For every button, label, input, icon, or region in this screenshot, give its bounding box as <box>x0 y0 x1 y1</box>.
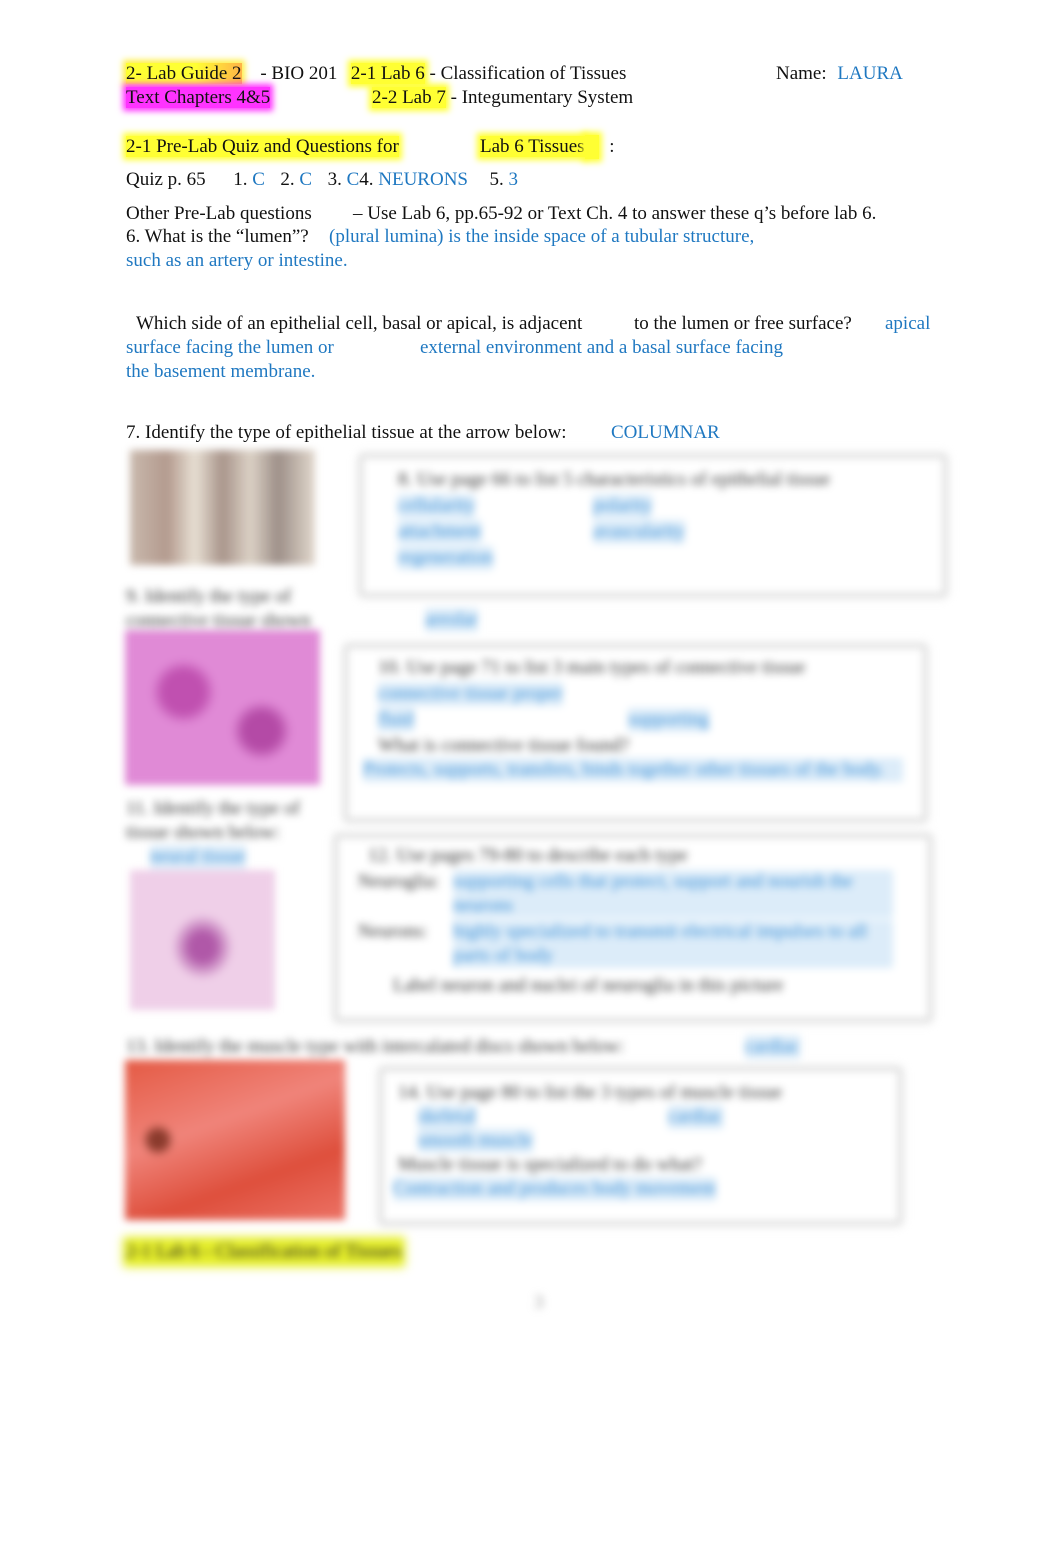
prelab-colon: : <box>609 136 615 157</box>
box1-answer-4: avascularity <box>593 520 685 544</box>
quiz-answer-4: NEURONS <box>378 169 468 190</box>
quiz-line: Quiz p. 65 1. C 2. C 3. C4. NEURONS 5. 3 <box>126 168 518 192</box>
quiz-answer-2: C <box>299 169 313 190</box>
prelab-heading: 2-1 Pre-Lab Quiz and Questions for <box>126 135 399 159</box>
q13-answer: cardiac <box>745 1035 800 1059</box>
quiz-num-1: 1. <box>233 169 248 190</box>
prelab-heading-lab: Lab 6 Tissues : <box>480 135 615 159</box>
q6b-question-part-2: to the lumen or free surface? <box>634 313 852 334</box>
box3-note: Label neuron and nuclei of neuroglia in … <box>393 975 784 996</box>
box4-title: 14. Use page 80 to list the 3 types of m… <box>398 1082 783 1103</box>
box3-item2-answer: highly specialized to transmit electrica… <box>453 920 893 968</box>
quiz-label: Quiz p. 65 <box>126 169 206 190</box>
box1-title: 8. Use page 66 to list 5 characteristics… <box>398 469 831 490</box>
lab7-title: - Integumentary System <box>450 87 634 108</box>
name-label: Name: <box>776 63 827 84</box>
box3-item1-label: Neuroglia: <box>358 871 440 892</box>
q6b-answer-line-2a: surface facing the lumen or <box>126 337 334 358</box>
lab6-code: 2-1 Lab 6 <box>350 63 425 84</box>
connective-tissue-image <box>125 630 320 785</box>
nervous-tissue-image <box>130 870 275 1010</box>
q11-answer: neural tissue <box>150 845 246 869</box>
quiz-num-3: 3. <box>327 169 342 190</box>
box4-question: Muscle tissue is specialized to do what? <box>398 1154 702 1175</box>
box3-item1-answer: supporting cells that protect, support a… <box>453 870 893 918</box>
q6-answer-line-1: (plural lumina) is the inside space of a… <box>329 226 755 247</box>
q11-label: 11. Identify the type of tissue shown be… <box>126 798 300 843</box>
box2-answer-1: connective tissue proper <box>378 682 563 706</box>
box-epithelial-characteristics: 8. Use page 66 to list 5 characteristics… <box>360 455 946 596</box>
quiz-num-5: 5. <box>489 169 504 190</box>
section-label: 2-1 Lab 6 - Classification of Tissues <box>126 1240 402 1264</box>
name-value: LAURA <box>837 63 903 84</box>
lab7-code: 2-2 Lab 7 <box>372 87 446 108</box>
q9-answer: areolar <box>425 608 478 632</box>
q6b-answer-line-2b: external environment and a basal surface… <box>420 337 783 358</box>
other-prelab-instructions: – Use Lab 6, pp.65-92 or Text Ch. 4 to a… <box>353 203 877 224</box>
box4-answer-2: cardiac <box>668 1105 723 1129</box>
quiz-num-2: 2. <box>280 169 295 190</box>
course-code: - BIO 201 <box>260 63 338 84</box>
muscle-tissue-image <box>125 1060 345 1220</box>
quiz-answer-1: C <box>252 169 265 190</box>
name-field: Name: LAURA <box>776 62 903 86</box>
box4-answer-3: smooth muscle <box>418 1129 533 1153</box>
box3-item2-label: Neurons: <box>358 921 428 942</box>
box1-answer-3: attachment <box>398 520 482 544</box>
box4-answer-1: skeletal <box>418 1105 477 1129</box>
box-muscle-types: 14. Use page 80 to list the 3 types of m… <box>380 1068 901 1224</box>
box4-answer: Contraction and produces body movement <box>393 1177 716 1201</box>
other-prelab-label: Other Pre-Lab questions <box>126 203 312 224</box>
box1-answer-5: regeneration <box>398 546 493 570</box>
q6b-question-part-1: Which side of an epithelial cell, basal … <box>136 313 583 334</box>
epithelial-tissue-image <box>130 450 315 565</box>
box2-question: What is connective tissue found? <box>378 735 630 756</box>
box2-answer-2: fluid <box>378 708 414 732</box>
box1-answer-1: cellularity <box>398 494 476 518</box>
quiz-answer-5: 3 <box>508 169 518 190</box>
header-line-1: 2- Lab Guide 2 - BIO 201 2-1 Lab 6 - Cla… <box>126 62 626 86</box>
box-neural-description: 12. Use pages 79-80 to describe each typ… <box>335 835 931 1021</box>
box3-title: 12. Use pages 79-80 to describe each typ… <box>368 845 688 866</box>
q6b-answer-line-3: the basement membrane. <box>126 361 316 382</box>
box2-title: 10. Use page 71 to list 3 main types of … <box>378 657 806 678</box>
quiz-answer-3: C <box>346 169 360 190</box>
prelab-lab-label: Lab 6 Tissues <box>480 136 585 157</box>
prelab-heading-text: 2-1 Pre-Lab Quiz and Questions for <box>126 136 399 157</box>
box-connective-types: 10. Use page 71 to list 3 main types of … <box>345 645 926 821</box>
quiz-num-4: 4. <box>359 169 374 190</box>
blurred-preview: 8. Use page 66 to list 5 characteristics… <box>0 440 1062 1340</box>
q6-answer-line-2: such as an artery or intestine. <box>126 250 348 271</box>
q6-question: 6. What is the “lumen”? <box>126 226 309 247</box>
header-line-2: Text Chapters 4&5 <box>126 86 271 110</box>
text-chapters-label: Text Chapters 4&5 <box>126 87 271 108</box>
page-number: 3 <box>534 1292 544 1313</box>
box2-answer: Protects, supports, transfers, binds tog… <box>363 758 903 782</box>
lab6-title: - Classification of Tissues <box>429 63 627 84</box>
other-prelab-line: Other Pre-Lab questions <box>126 202 312 226</box>
lab-guide-label: 2- Lab Guide 2 <box>126 63 242 84</box>
lab7-line: 2-2 Lab 7 - Integumentary System <box>372 86 633 110</box>
box2-answer-3: supporting <box>628 708 710 732</box>
q6b-answer-line-1: apical <box>885 313 931 334</box>
q13-label: 13. Identify the muscle type with interc… <box>126 1036 625 1057</box>
box1-answer-2: polarity <box>593 494 653 518</box>
